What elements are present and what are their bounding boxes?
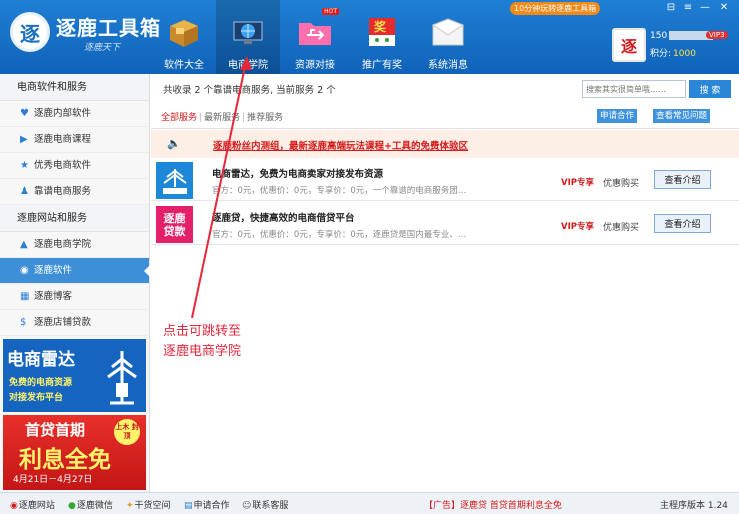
status-link-support[interactable]: ☺联系客服 [242, 498, 288, 511]
status-link-website[interactable]: ◉逐鹿网站 [10, 498, 55, 511]
logo-icon: ◉ [10, 501, 18, 511]
status-link-wechat[interactable]: ●逐鹿微信 [68, 498, 113, 511]
status-link-label: 申请合作 [193, 501, 230, 511]
annotation-text: 点击可跳转至 逐鹿电商学院 [163, 322, 241, 362]
version-label: 主程序版本 1.24 [660, 501, 728, 511]
status-link-label: 逐鹿网站 [18, 501, 55, 511]
status-ad-link[interactable]: 【广告】逐鹿贷 首贷首期利息全免 [424, 498, 562, 511]
document-icon: ▤ [184, 501, 193, 511]
status-link-cooperation[interactable]: ▤申请合作 [184, 498, 230, 511]
annotation-line2: 逐鹿电商学院 [163, 344, 242, 359]
status-bar: ◉逐鹿网站 ●逐鹿微信 ✦干货空间 ▤申请合作 ☺联系客服 【广告】逐鹿贷 首贷… [0, 492, 739, 514]
space-icon: ✦ [126, 501, 134, 511]
status-link-label: 逐鹿微信 [76, 501, 113, 511]
status-link-space[interactable]: ✦干货空间 [126, 498, 171, 511]
annotation-arrow [191, 56, 252, 319]
status-link-label: 干货空间 [134, 501, 171, 511]
support-icon: ☺ [242, 501, 252, 511]
status-link-label: 联系客服 [252, 501, 289, 511]
annotation-line1: 点击可跳转至 [163, 324, 242, 339]
wechat-icon: ● [68, 501, 76, 511]
